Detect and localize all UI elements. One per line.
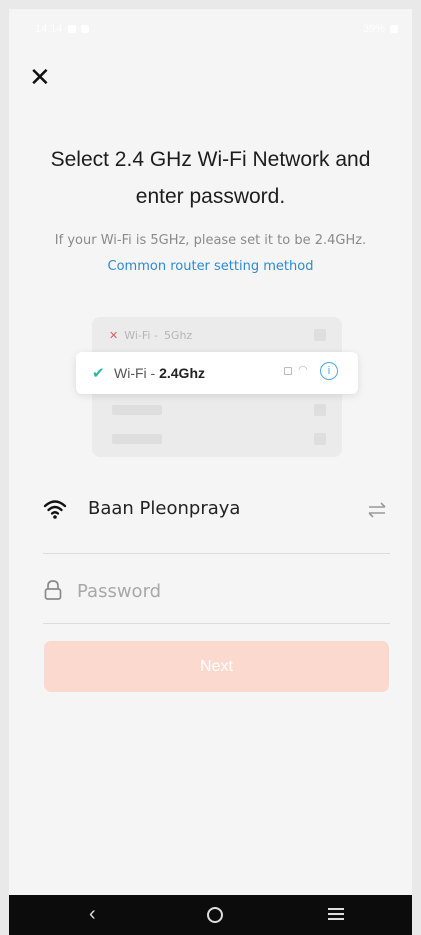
illustration-placeholder (314, 329, 326, 341)
notification-icon (80, 25, 89, 33)
illustration-placeholder (112, 434, 162, 444)
illustration-placeholder (314, 404, 326, 416)
illustration-5ghz-band: 5Ghz (163, 328, 193, 342)
notification-icon (67, 25, 76, 33)
app-screen: 14:14 39% ✕ Select 2.4 GHz Wi-Fi Network… (9, 9, 412, 935)
switch-network-icon[interactable] (366, 502, 388, 518)
illustration-24ghz-label: Wi-Fi - 2.4Ghz (114, 365, 205, 381)
illustration-placeholder (112, 405, 162, 415)
close-button[interactable]: ✕ (29, 62, 53, 92)
page-title: Select 2.4 GHz Wi-Fi Network and enter p… (50, 148, 371, 208)
illustration-row-24ghz: ✔ Wi-Fi - 2.4Ghz ◠ i (76, 352, 358, 394)
home-icon[interactable] (207, 907, 223, 923)
illustration-24ghz-prefix: Wi-Fi - (114, 365, 160, 381)
illustration-row-5ghz: ✕ Wi-Fi - 5Ghz (109, 325, 192, 345)
close-icon: ✕ (29, 62, 51, 92)
illustration-placeholder (314, 433, 326, 445)
lock-mini-icon (284, 367, 292, 375)
cross-icon: ✕ (109, 328, 119, 342)
status-right: 39% (363, 23, 398, 35)
next-button[interactable]: Next (44, 641, 389, 692)
network-name: Baan Pleonpraya (88, 498, 241, 519)
illustration-5ghz-prefix: Wi-Fi - (124, 328, 158, 342)
battery-icon (390, 25, 398, 33)
lock-icon (44, 580, 62, 600)
back-icon[interactable]: ‹ (89, 903, 96, 926)
battery-level: 39% (362, 23, 385, 35)
system-nav-bar: ‹ (9, 895, 412, 935)
info-icon: i (320, 362, 338, 380)
status-bar: 14:14 39% (9, 9, 412, 49)
wifi-icon (43, 500, 67, 519)
status-time: 14:14 (35, 23, 63, 35)
check-icon: ✔ (92, 365, 105, 382)
menu-icon[interactable] (328, 908, 344, 923)
divider (43, 623, 390, 624)
illustration-24ghz-band: 2.4Ghz (159, 365, 205, 381)
status-left: 14:14 (35, 23, 89, 35)
wifi-mini-icon: ◠ (298, 364, 308, 376)
divider (43, 553, 390, 554)
router-setting-link[interactable]: Common router setting method (19, 259, 402, 274)
password-input[interactable] (75, 576, 369, 606)
page-subtitle: If your Wi-Fi is 5GHz, please set it to … (54, 233, 367, 248)
